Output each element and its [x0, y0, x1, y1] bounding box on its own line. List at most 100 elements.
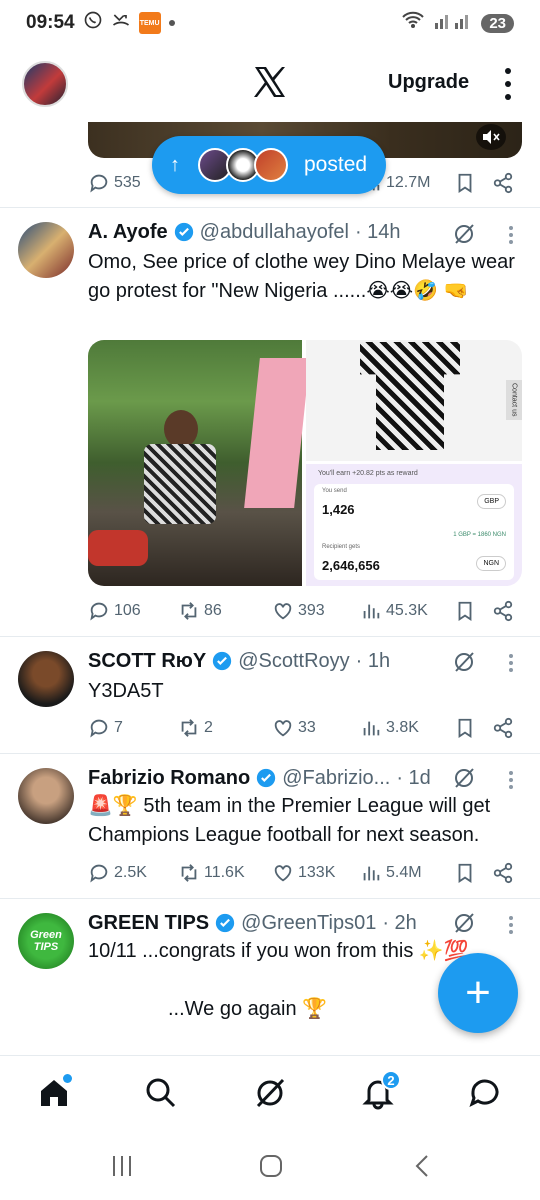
author-handle[interactable]: @ScottRoyy [238, 650, 349, 673]
nav-search[interactable] [144, 1076, 178, 1110]
grok-icon[interactable] [452, 911, 476, 935]
status-bar: 09:54 TEMU 23 [0, 0, 540, 46]
media-image-protest[interactable] [88, 340, 310, 586]
retweet-icon [181, 864, 197, 882]
send-label: You send [322, 488, 347, 494]
reply-button[interactable]: 7 [88, 717, 123, 739]
bookmark-button[interactable] [454, 717, 476, 739]
retweet-count: 11.6K [204, 864, 245, 881]
share-button[interactable] [492, 862, 514, 884]
wifi-icon [401, 10, 425, 36]
share-button[interactable] [492, 717, 514, 739]
compose-button[interactable]: + [438, 953, 518, 1033]
heart-icon [274, 865, 292, 882]
like-button[interactable]: 133K [272, 862, 335, 884]
profile-avatar[interactable] [22, 61, 68, 107]
like-button[interactable]: 33 [272, 717, 316, 739]
tweet-more-icon[interactable] [509, 654, 513, 672]
views-count: 45.3K [386, 602, 428, 619]
tweet-header: A. Ayofe @abdullahayofel · 14h [88, 218, 401, 246]
media-image-shirt[interactable]: Contact us [306, 340, 522, 461]
notification-badge: 2 [381, 1070, 401, 1090]
tweet-more-icon[interactable] [509, 226, 513, 244]
author-handle[interactable]: @abdullahayofel [200, 221, 349, 244]
retweet-button[interactable]: 11.6K [178, 862, 245, 884]
reply-count: 7 [114, 719, 123, 736]
retweet-count: 86 [204, 602, 222, 619]
author-handle[interactable]: @GreenTips01 [241, 912, 376, 935]
bookmark-icon [458, 863, 472, 883]
upgrade-button[interactable]: Upgrade [388, 71, 469, 94]
exchange-rate: 1 GBP = 1860 NGN [453, 532, 506, 538]
message-icon [469, 1079, 499, 1107]
tweet-more-icon[interactable] [509, 916, 513, 934]
tweet-text: 🚨🏆 5th team in the Premier League will g… [88, 795, 491, 846]
share-icon [493, 600, 513, 622]
bookmark-button[interactable] [454, 600, 476, 622]
author-name[interactable]: Fabrizio Romano [88, 767, 250, 790]
media-image-transfer[interactable]: You'll earn +20.82 pts as reward You sen… [306, 464, 522, 586]
tweet-actions: 2.5K 11.6K 133K 5.4M [88, 858, 518, 888]
author-name[interactable]: SCOTT RюY [88, 650, 206, 673]
views-button[interactable]: 45.3K [360, 600, 428, 622]
search-icon [146, 1078, 176, 1108]
tweet-more-icon[interactable] [509, 771, 513, 789]
avatar[interactable] [18, 651, 74, 707]
new-posts-pill[interactable]: ↑ posted [152, 136, 386, 194]
nav-home[interactable] [37, 1074, 72, 1110]
nav-notifications[interactable]: 2 [361, 1070, 401, 1110]
like-count: 33 [298, 719, 316, 736]
share-icon [493, 862, 513, 884]
home-dot [63, 1074, 72, 1083]
reply-button[interactable]: 535 [88, 172, 141, 194]
tweet-time: · 1h [355, 649, 391, 672]
reply-icon [90, 602, 108, 621]
like-count: 133K [298, 864, 336, 881]
avatar[interactable] [18, 768, 74, 824]
grok-icon [256, 1078, 285, 1108]
reply-count: 2.5K [114, 864, 147, 881]
views-button[interactable]: 3.8K [360, 717, 419, 739]
grok-icon[interactable] [452, 766, 476, 790]
mute-icon[interactable] [476, 124, 506, 150]
tweet-time: · 2h [382, 911, 417, 934]
bookmark-button[interactable] [454, 862, 476, 884]
more-options-icon[interactable] [500, 68, 516, 100]
like-button[interactable]: 393 [272, 600, 325, 622]
tweet-media-grid[interactable]: Contact us You'll earn +20.82 pts as rew… [88, 340, 522, 586]
missed-call-icon [111, 10, 131, 36]
reply-button[interactable]: 2.5K [88, 862, 147, 884]
reply-icon [90, 719, 108, 738]
receive-label: Recipient gets [322, 544, 361, 550]
author-name[interactable]: A. Ayofe [88, 221, 168, 244]
grok-icon[interactable] [452, 222, 476, 246]
bookmark-icon [458, 718, 472, 738]
nav-messages[interactable] [468, 1076, 502, 1110]
verified-badge-icon [174, 222, 193, 242]
retweet-button[interactable]: 86 [178, 600, 222, 622]
home-nav-icon[interactable] [258, 1153, 284, 1179]
notification-dot-icon [168, 20, 175, 26]
temu-icon: TEMU [138, 12, 161, 34]
share-button[interactable] [492, 600, 514, 622]
back-icon[interactable] [412, 1153, 432, 1179]
grok-icon[interactable] [452, 650, 476, 674]
reply-icon [90, 864, 108, 883]
x-logo-icon[interactable] [250, 62, 290, 102]
send-value: 1,426 [322, 502, 355, 517]
bookmark-button[interactable] [454, 172, 476, 194]
battery-indicator: 23 [481, 13, 514, 33]
views-button[interactable]: 5.4M [360, 862, 422, 884]
tweet-actions: 106 86 393 45.3K [88, 596, 518, 626]
heart-icon [274, 603, 292, 620]
recents-icon[interactable] [110, 1153, 134, 1179]
author-name[interactable]: GREEN TIPS [88, 912, 209, 935]
nav-grok[interactable] [253, 1076, 287, 1110]
reply-button[interactable]: 106 [88, 600, 141, 622]
avatar[interactable] [18, 222, 74, 278]
share-button[interactable] [492, 172, 514, 194]
retweet-button[interactable]: 2 [178, 717, 213, 739]
retweet-count: 2 [204, 719, 213, 736]
author-handle[interactable]: @Fabrizio... [282, 767, 390, 790]
avatar[interactable]: Green TIPS [18, 913, 74, 969]
